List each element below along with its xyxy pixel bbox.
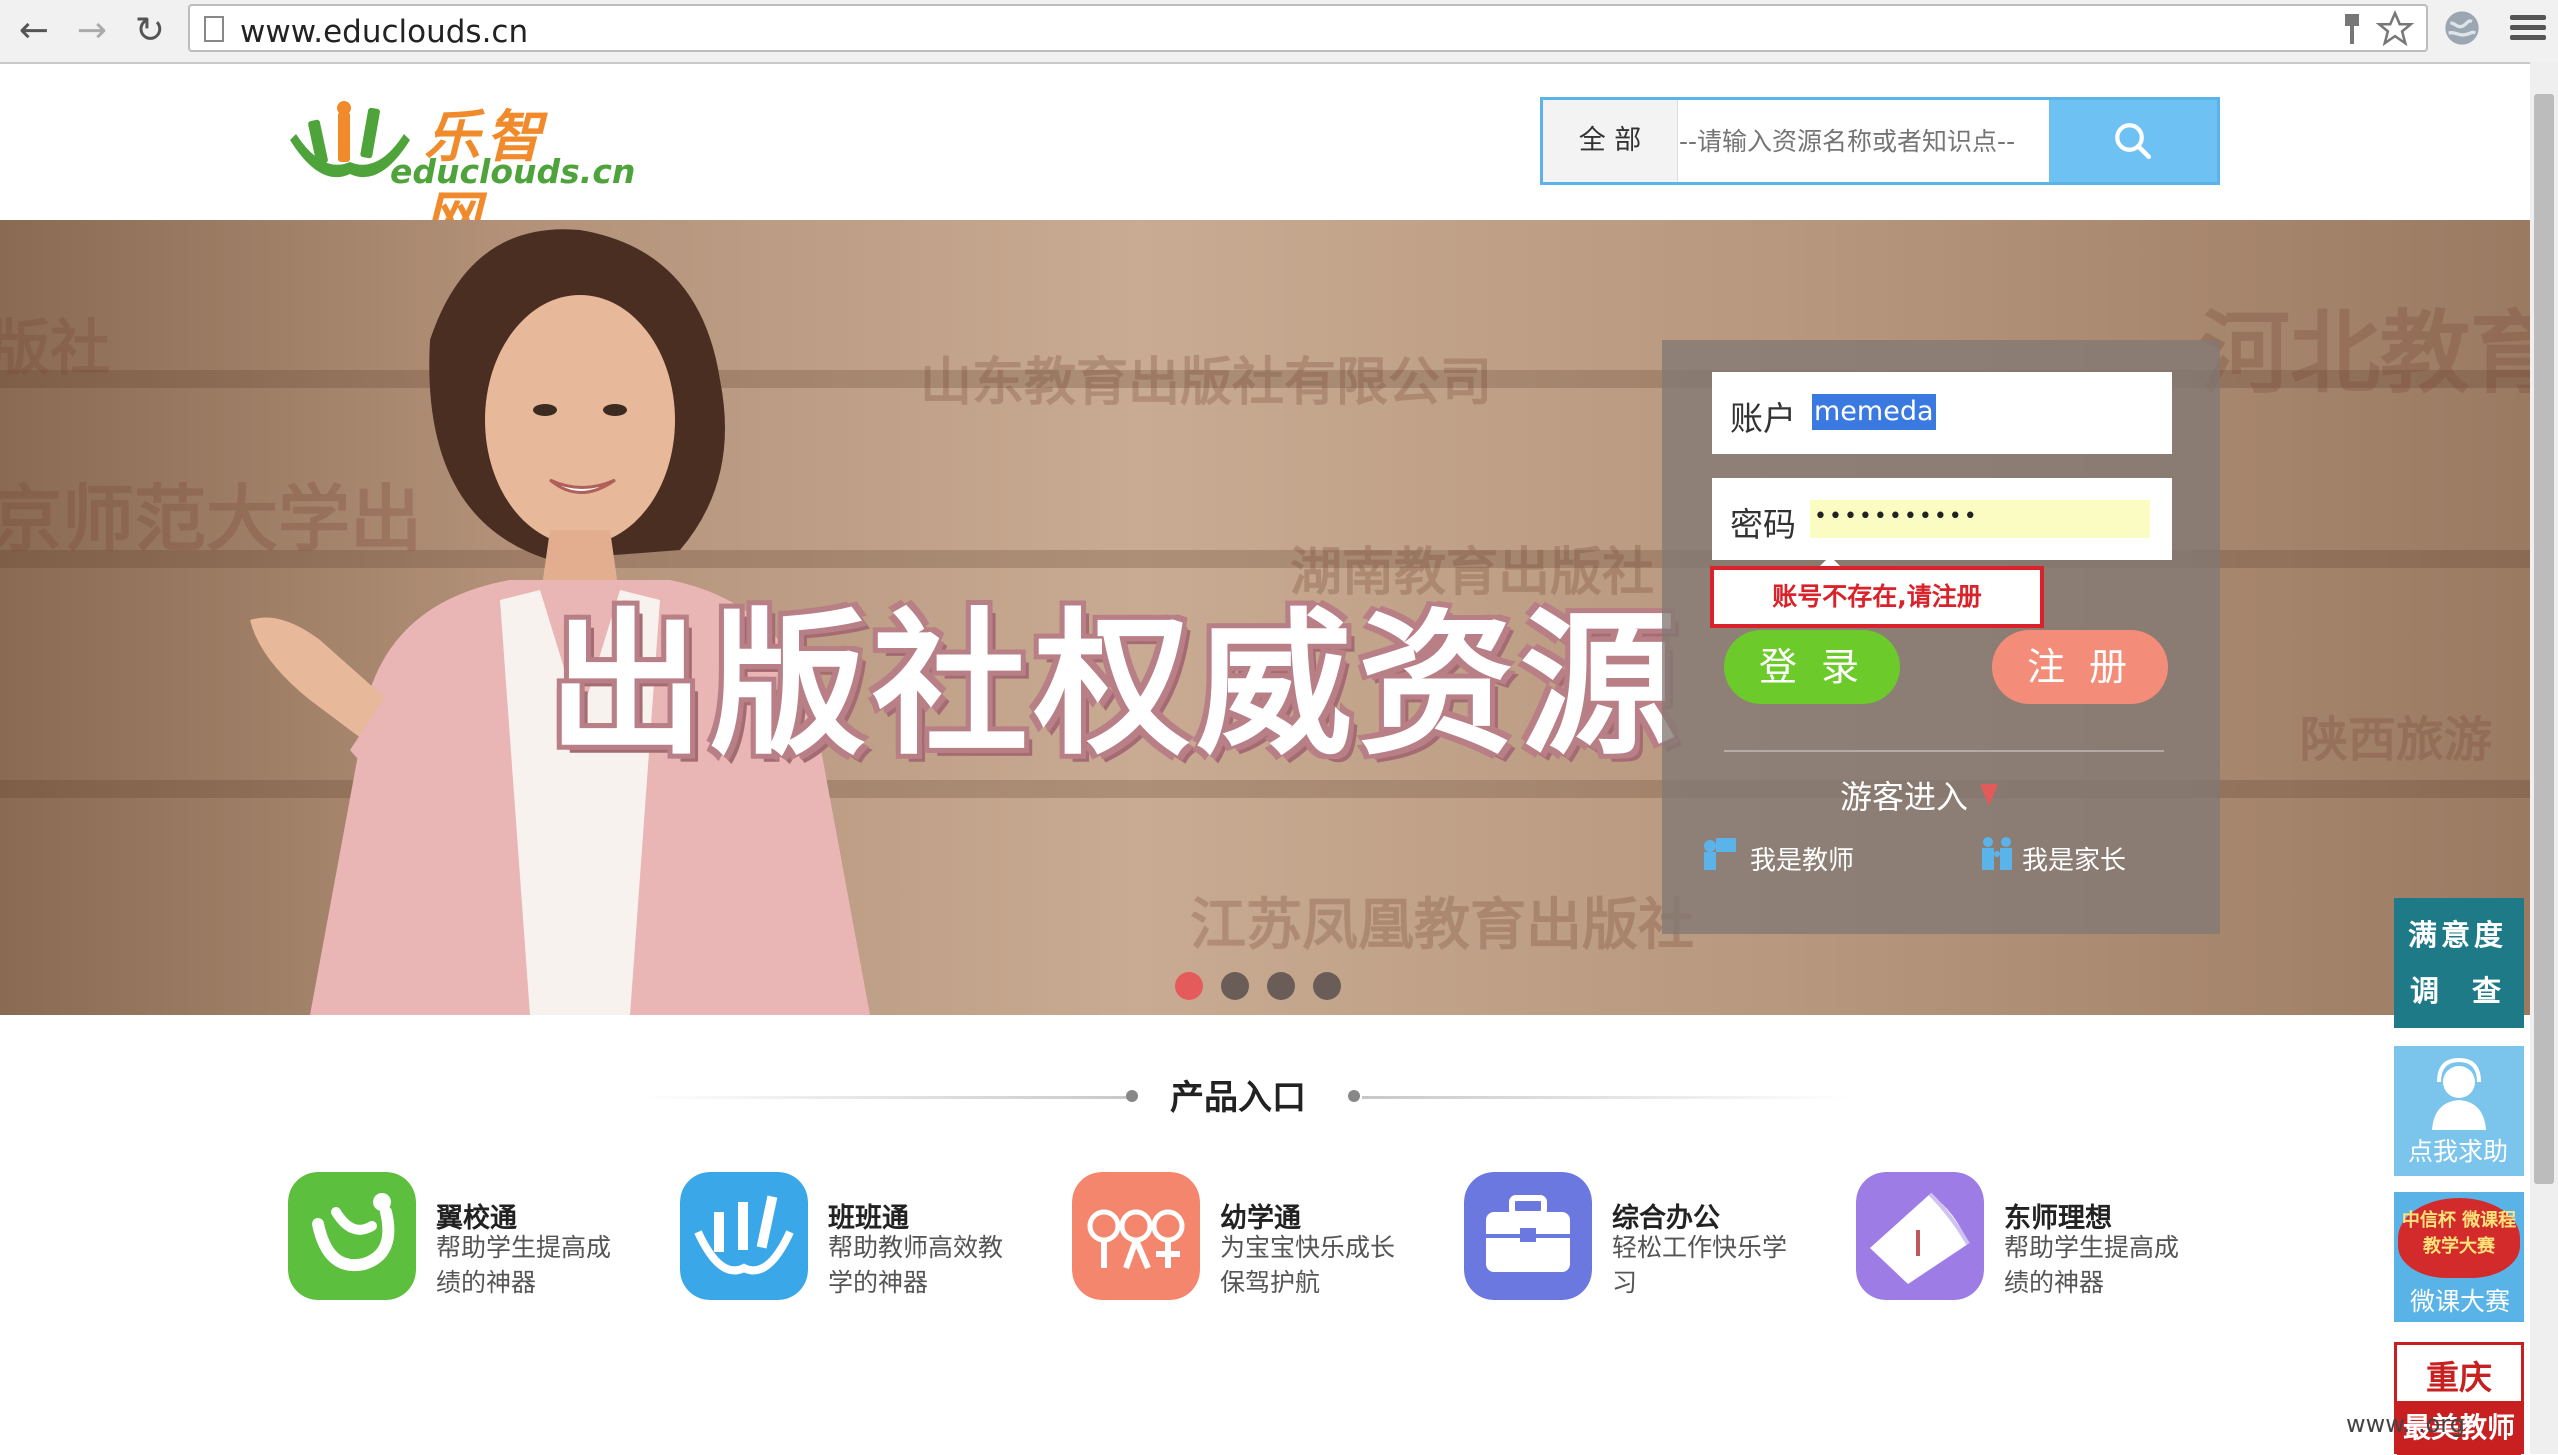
guest-entry-link[interactable]: 游客进入 xyxy=(1840,772,1968,818)
scrollbar-thumb[interactable] xyxy=(2534,94,2554,1184)
banner-watermark: 江苏凤凰教育出版社 xyxy=(1190,892,1694,958)
carousel-dot[interactable] xyxy=(1313,972,1341,1000)
carousel-dot[interactable] xyxy=(1221,972,1249,1000)
bookmark-star-icon[interactable] xyxy=(2376,10,2414,48)
search-input[interactable] xyxy=(1679,110,2051,172)
password-field[interactable]: 密码 ••••••••••• xyxy=(1712,478,2172,560)
carousel-dots xyxy=(1175,972,1341,1002)
banbantong-app-icon xyxy=(680,1172,808,1300)
support-agent-icon xyxy=(2432,1057,2486,1130)
help-widget[interactable]: 点我求助 xyxy=(2394,1046,2524,1176)
section-dot xyxy=(1348,1090,1360,1102)
arrow-down-icon xyxy=(1980,784,1998,806)
parent-link[interactable]: 我是家长 xyxy=(2022,840,2126,877)
parent-icon xyxy=(1982,837,2012,870)
survey-label: 满意度 xyxy=(2408,918,2508,952)
yixiaotong-app-icon xyxy=(288,1172,416,1300)
banner-watermark: 河北教育 xyxy=(2200,300,2530,406)
product-desc: 为宝宝快乐成长保驾护航 xyxy=(1220,1233,1396,1297)
search-button[interactable] xyxy=(2049,100,2217,182)
micro-course-contest-widget[interactable]: 中信杯 微课程教学大赛 微课大赛 xyxy=(2394,1192,2524,1322)
divider xyxy=(1724,750,2164,752)
carousel-dot[interactable] xyxy=(1175,972,1203,1000)
back-icon[interactable]: ← xyxy=(12,8,56,52)
banner-headline: 出版社权威资源 xyxy=(548,594,1682,776)
product-card[interactable]: 东师理想 帮助学生提高成绩的神器 xyxy=(1856,1172,2216,1312)
carousel-dot[interactable] xyxy=(1267,972,1295,1000)
youxuetong-app-icon xyxy=(1072,1172,1200,1300)
menu-icon[interactable] xyxy=(2510,10,2546,46)
survey-label: 查 xyxy=(2472,974,2502,1008)
account-label: 账户 xyxy=(1730,399,1796,438)
password-input[interactable]: ••••••••••• xyxy=(1810,500,2150,538)
site-logo[interactable]: 乐智网 educlouds.cn xyxy=(286,92,635,251)
search-scope-select[interactable]: 全 部 xyxy=(1543,100,1678,182)
product-desc: 帮助学生提高成绩的神器 xyxy=(436,1233,612,1297)
cq-title: 重庆 xyxy=(2426,1358,2492,1397)
search-icon xyxy=(2115,123,2152,160)
product-desc: 帮助教师高效教学的神器 xyxy=(828,1233,1004,1297)
product-desc: 帮助学生提高成绩的神器 xyxy=(2004,1233,2180,1297)
contest-badge: 中信杯 微课程教学大赛 xyxy=(2398,1198,2520,1278)
account-input[interactable]: memeda xyxy=(1812,394,1936,430)
section-dot xyxy=(1126,1090,1138,1102)
banner-watermark: 陕西旅游 xyxy=(2300,712,2493,768)
product-card[interactable]: 综合办公 轻松工作快乐学习 xyxy=(1464,1172,1824,1312)
product-card[interactable]: 幼学通 为宝宝快乐成长保驾护航 xyxy=(1072,1172,1432,1312)
dongshi-app-icon xyxy=(1856,1172,1984,1300)
product-card[interactable]: 班班通 帮助教师高效教学的神器 xyxy=(680,1172,1040,1312)
section-divider-right xyxy=(1362,1096,1852,1099)
login-panel: 账户 memeda 密码 ••••••••••• 账号不存在,请注册 登 录 注… xyxy=(1662,340,2220,934)
password-label: 密码 xyxy=(1730,505,1796,544)
product-desc: 轻松工作快乐学习 xyxy=(1612,1233,1788,1297)
briefcase-app-icon xyxy=(1464,1172,1592,1300)
hero-banner: 山东教育出版社有限公司 京师范大学出 河北教育 版社 湖南教育出版社 陕西旅游 … xyxy=(0,220,2530,1015)
address-bar[interactable]: www.educlouds.cn xyxy=(188,4,2428,52)
pin-icon[interactable] xyxy=(2340,12,2364,48)
teacher-link[interactable]: 我是教师 xyxy=(1750,840,1854,877)
image-watermark: www. .org xyxy=(2346,1410,2465,1438)
forward-icon[interactable]: → xyxy=(70,8,114,52)
section-divider-left xyxy=(640,1096,1130,1099)
account-field[interactable]: 账户 memeda xyxy=(1712,372,2172,454)
reload-icon[interactable]: ↻ xyxy=(128,8,172,52)
teacher-icon xyxy=(1704,838,1736,870)
url-text: www.educlouds.cn xyxy=(240,14,529,50)
browser-toolbar: ← → ↻ www.educlouds.cn xyxy=(0,0,2558,64)
help-label: 点我求助 xyxy=(2408,1137,2509,1166)
section-title: 产品入口 xyxy=(1170,1078,1306,1118)
globe-icon[interactable] xyxy=(2442,8,2482,48)
register-button[interactable]: 注 册 xyxy=(1992,630,2168,704)
banner-watermark: 山东教育出版社有限公司 xyxy=(920,352,1493,413)
survey-label: 调 xyxy=(2410,974,2440,1008)
page-scrollbar[interactable] xyxy=(2530,62,2558,1454)
contest-label: 微课大赛 xyxy=(2410,1287,2511,1316)
logo-domain: educlouds.cn xyxy=(390,152,636,191)
page-icon xyxy=(204,16,224,42)
login-error-tooltip: 账号不存在,请注册 xyxy=(1710,556,2044,628)
product-card[interactable]: 翼校通 帮助学生提高成绩的神器 xyxy=(288,1172,648,1312)
login-button[interactable]: 登 录 xyxy=(1724,630,1900,704)
banner-watermark: 版社 xyxy=(0,314,110,384)
satisfaction-survey-widget[interactable]: 满意度 调 查 xyxy=(2394,898,2524,1028)
search-box: 全 部 xyxy=(1540,97,2220,185)
